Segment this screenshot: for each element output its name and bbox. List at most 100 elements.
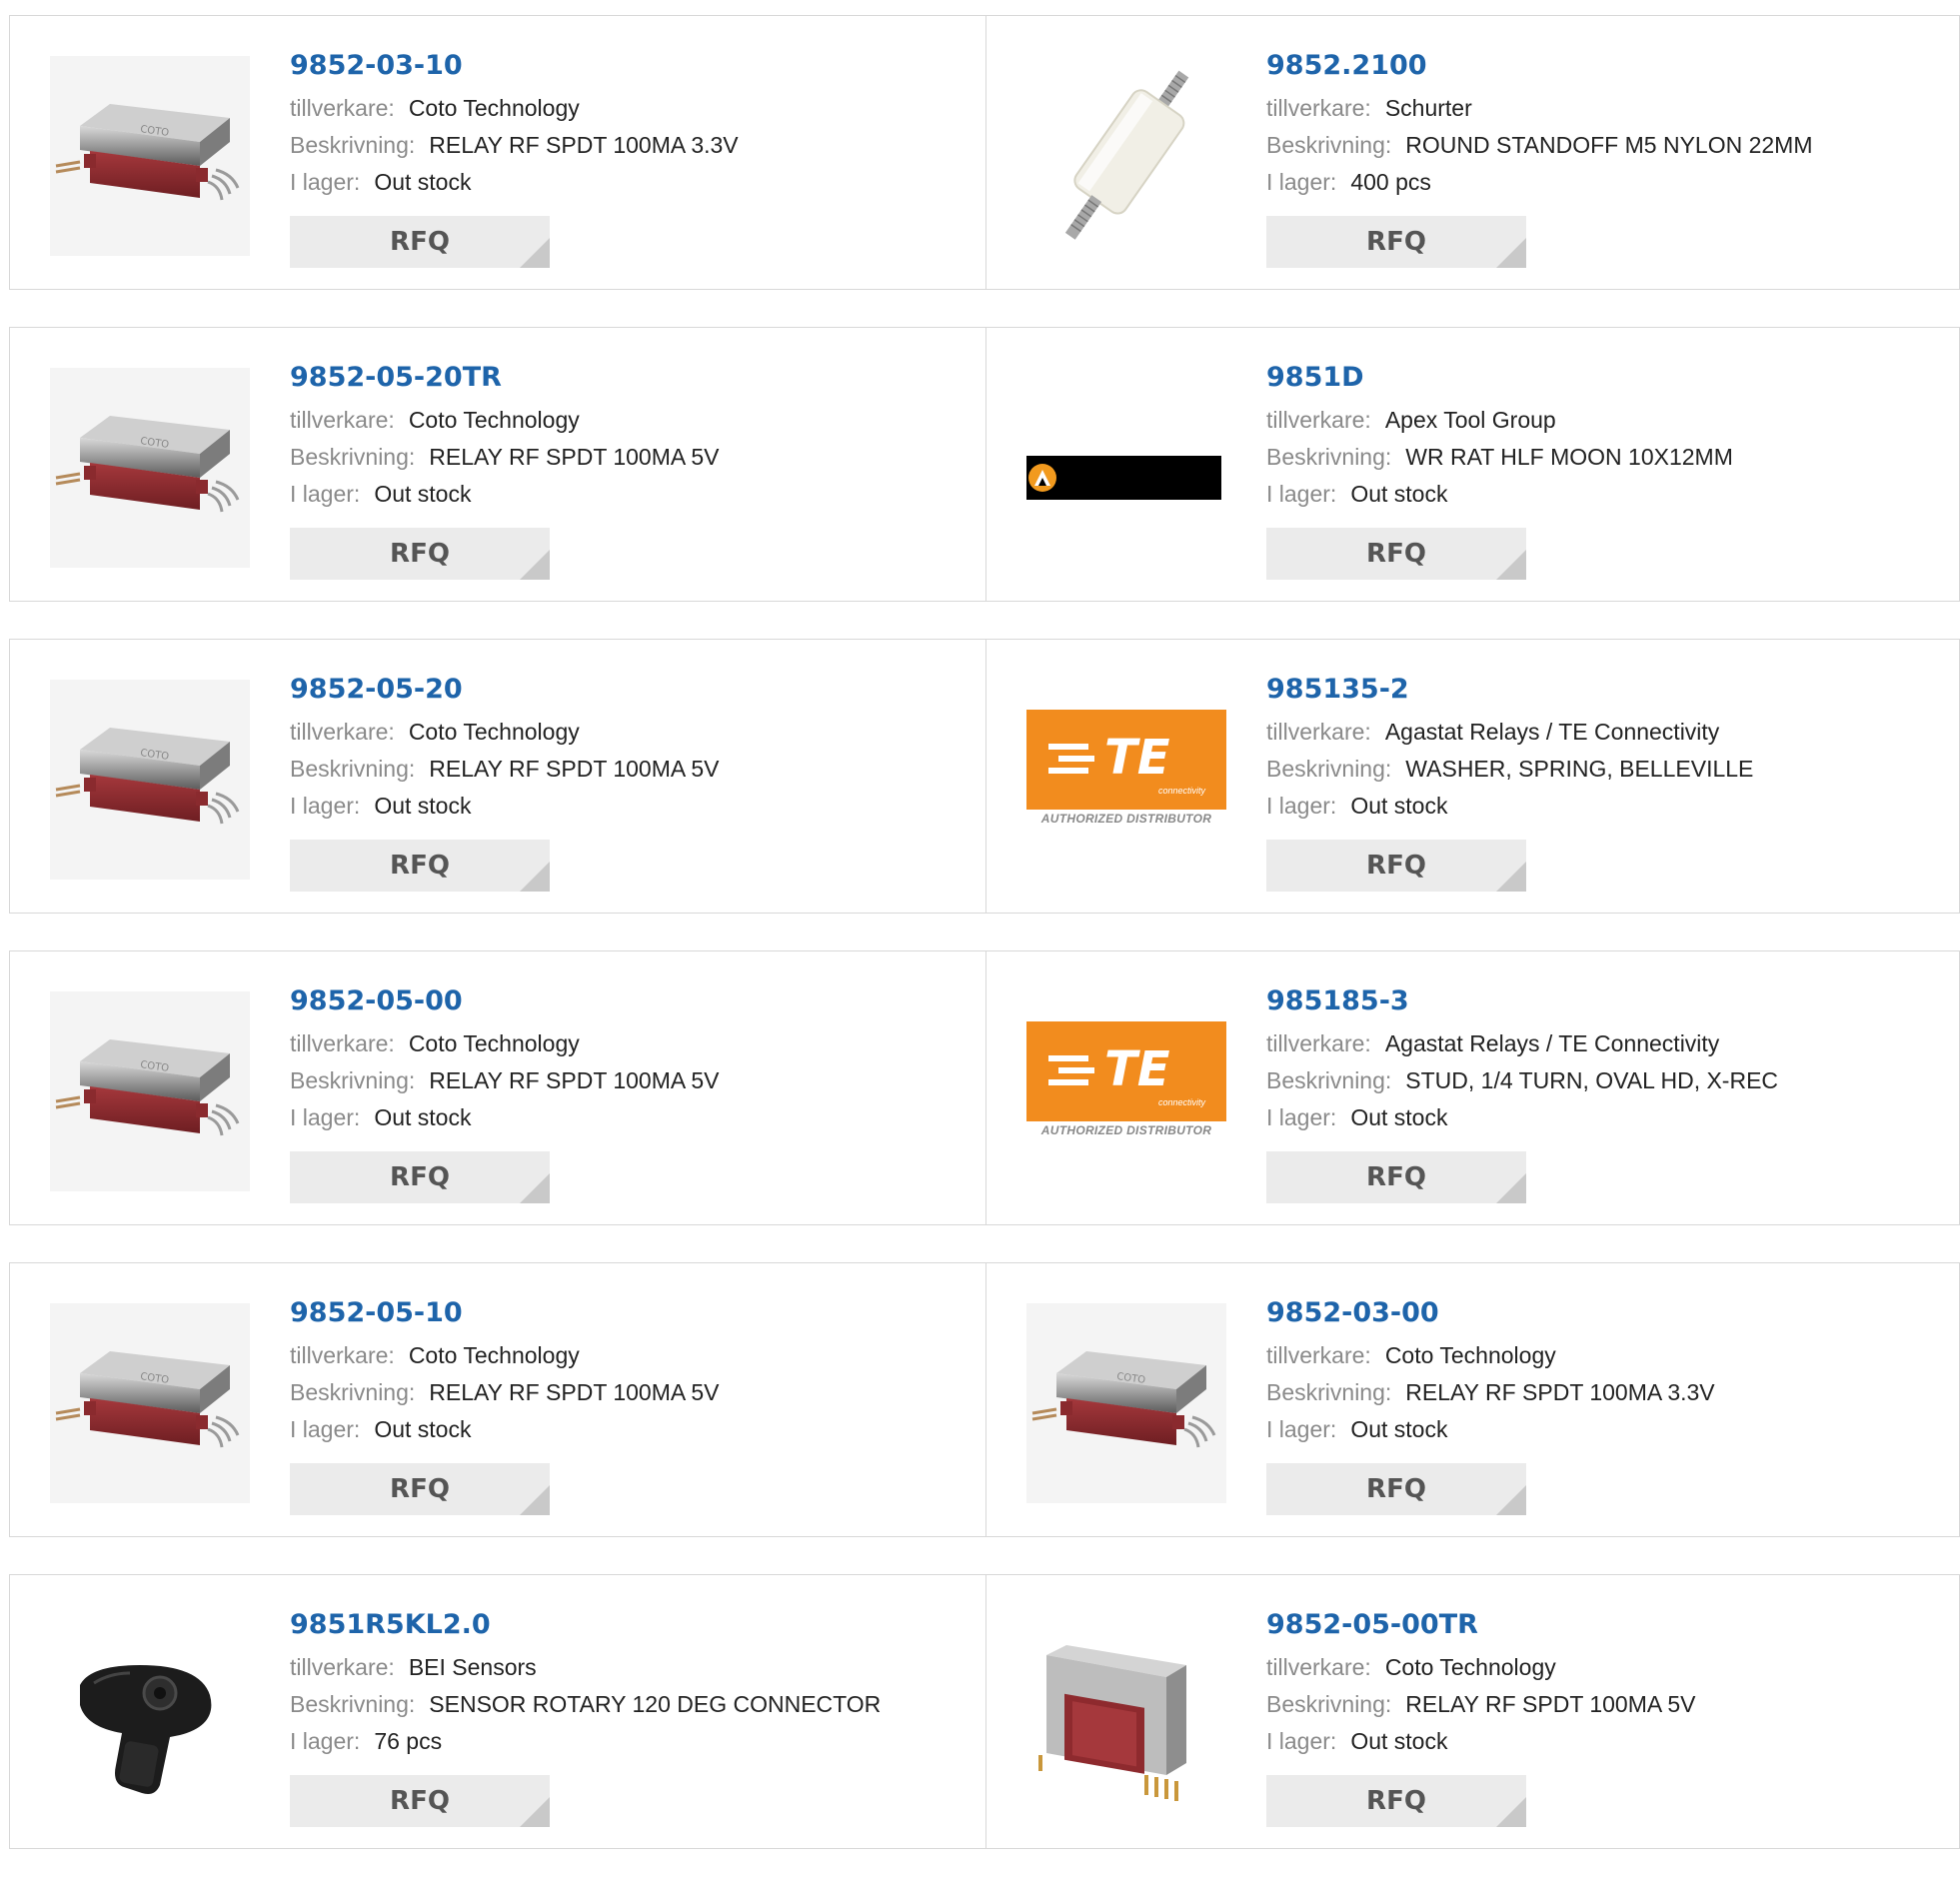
manufacturer-label: tillverkare: — [1266, 1030, 1371, 1056]
product-image-relay[interactable]: COTO — [50, 368, 250, 568]
manufacturer-label: tillverkare: — [1266, 407, 1371, 433]
authorized-distributor-caption: AUTHORIZED DISTRIBUTOR — [1040, 812, 1212, 826]
stock-label: I lager: — [1266, 169, 1337, 195]
stock-line: I lager: Out stock — [1266, 1723, 1939, 1760]
description-label: Beskrivning: — [290, 132, 416, 158]
stock-label: I lager: — [1266, 793, 1337, 819]
rfq-button[interactable]: RFQ — [290, 528, 550, 580]
product-image-apex-logo[interactable] — [1026, 368, 1226, 568]
description-label: Beskrivning: — [290, 1067, 416, 1093]
product-info: 9852-03-10 tillverkare: Coto Technology B… — [290, 46, 966, 201]
manufacturer-label: tillverkare: — [290, 95, 395, 121]
description-line: Beskrivning: SENSOR ROTARY 120 DEG CONNEC… — [290, 1686, 966, 1723]
manufacturer-label: tillverkare: — [1266, 1342, 1371, 1368]
stock-label: I lager: — [1266, 1104, 1337, 1130]
stock-line: I lager: Out stock — [1266, 788, 1939, 825]
product-image-sensor[interactable] — [50, 1615, 250, 1815]
stock-line: I lager: 76 pcs — [290, 1723, 966, 1760]
product-row: COTO 9852-03-10 tillverkare: Coto Technol… — [9, 15, 1960, 290]
product-image-te-logo[interactable]: TE connectivity AUTHORIZED DISTRIBUTOR — [1026, 680, 1226, 880]
description-value: RELAY RF SPDT 100MA 5V — [429, 1379, 720, 1405]
stock-value: Out stock — [374, 1416, 472, 1442]
stock-value: 76 pcs — [374, 1728, 443, 1754]
te-connectivity-logo-icon: TE connectivity — [1026, 1021, 1226, 1121]
description-line: Beskrivning: RELAY RF SPDT 100MA 5V — [1266, 1686, 1939, 1723]
manufacturer-line: tillverkare: Coto Technology — [290, 402, 966, 439]
rfq-button[interactable]: RFQ — [1266, 216, 1526, 268]
rfq-button[interactable]: RFQ — [290, 1463, 550, 1515]
product-image-relay[interactable]: COTO — [50, 680, 250, 880]
stock-label: I lager: — [290, 1416, 361, 1442]
part-number-link[interactable]: 9852.2100 — [1266, 46, 1939, 86]
apex-logo-icon — [1026, 456, 1221, 500]
stock-line: I lager: 400 pcs — [1266, 164, 1939, 201]
stock-line: I lager: Out stock — [290, 164, 966, 201]
description-label: Beskrivning: — [1266, 1379, 1392, 1405]
part-number-link[interactable]: 9852-05-00TR — [1266, 1605, 1939, 1645]
svg-text:connectivity: connectivity — [1158, 786, 1206, 796]
description-label: Beskrivning: — [1266, 756, 1392, 782]
product-info: 9852-05-20TR tillverkare: Coto Technology… — [290, 358, 966, 513]
part-number-link[interactable]: 9852-05-20TR — [290, 358, 966, 398]
rfq-button[interactable]: RFQ — [290, 1151, 550, 1203]
manufacturer-value: Coto Technology — [408, 1342, 580, 1368]
part-number-link[interactable]: 9852-03-10 — [290, 46, 966, 86]
rfq-button[interactable]: RFQ — [290, 216, 550, 268]
manufacturer-label: tillverkare: — [1266, 1654, 1371, 1680]
product-row: COTO 9852-05-20TR tillverkare: Coto Techn… — [9, 327, 1960, 602]
description-label: Beskrivning: — [290, 756, 416, 782]
rfq-button[interactable]: RFQ — [1266, 528, 1526, 580]
product-card: COTO 9852-03-10 tillverkare: Coto Technol… — [9, 15, 986, 290]
product-image-relay[interactable]: COTO — [50, 56, 250, 256]
rfq-button[interactable]: RFQ — [1266, 1775, 1526, 1827]
description-line: Beskrivning: RELAY RF SPDT 100MA 5V — [290, 1062, 966, 1099]
product-card: COTO 9852-05-20TR tillverkare: Coto Techn… — [9, 327, 986, 602]
product-info: 985185-3 tillverkare: Agastat Relays / TE… — [1266, 981, 1939, 1136]
description-label: Beskrivning: — [1266, 1067, 1392, 1093]
rfq-button[interactable]: RFQ — [1266, 840, 1526, 892]
manufacturer-line: tillverkare: BEI Sensors — [290, 1649, 966, 1686]
manufacturer-line: tillverkare: Coto Technology — [1266, 1337, 1939, 1374]
part-number-link[interactable]: 9852-05-10 — [290, 1293, 966, 1333]
stock-line: I lager: Out stock — [1266, 1411, 1939, 1448]
manufacturer-value: Agastat Relays / TE Connectivity — [1384, 719, 1720, 745]
stock-line: I lager: Out stock — [1266, 476, 1939, 513]
stock-label: I lager: — [290, 793, 361, 819]
part-number-link[interactable]: 9851R5KL2.0 — [290, 1605, 966, 1645]
manufacturer-label: tillverkare: — [290, 1654, 395, 1680]
product-card: COTO 9852-03-00 tillverkare: Coto Technol… — [986, 1262, 1960, 1537]
manufacturer-label: tillverkare: — [290, 1342, 395, 1368]
stock-value: Out stock — [1350, 481, 1448, 507]
description-label: Beskrivning: — [1266, 444, 1392, 470]
product-info: 9852-05-00 tillverkare: Coto Technology B… — [290, 981, 966, 1136]
manufacturer-line: tillverkare: Schurter — [1266, 90, 1939, 127]
part-number-link[interactable]: 9852-05-20 — [290, 670, 966, 710]
rfq-button[interactable]: RFQ — [1266, 1151, 1526, 1203]
part-number-link[interactable]: 985185-3 — [1266, 981, 1939, 1021]
description-value: STUD, 1/4 TURN, OVAL HD, X-REC — [1405, 1067, 1779, 1093]
manufacturer-value: Apex Tool Group — [1384, 407, 1556, 433]
part-number-link[interactable]: 9851D — [1266, 358, 1939, 398]
part-number-link[interactable]: 9852-03-00 — [1266, 1293, 1939, 1333]
product-image-relay[interactable]: COTO — [50, 991, 250, 1191]
product-image-relay[interactable]: COTO — [1026, 1303, 1226, 1503]
stock-value: Out stock — [1350, 1416, 1448, 1442]
rfq-button[interactable]: RFQ — [1266, 1463, 1526, 1515]
stock-line: I lager: Out stock — [290, 788, 966, 825]
description-label: Beskrivning: — [290, 1379, 416, 1405]
manufacturer-line: tillverkare: Coto Technology — [290, 90, 966, 127]
description-line: Beskrivning: RELAY RF SPDT 100MA 3.3V — [290, 127, 966, 164]
product-image-relay[interactable]: COTO — [50, 1303, 250, 1503]
svg-text:TE: TE — [1104, 1041, 1170, 1097]
part-number-link[interactable]: 9852-05-00 — [290, 981, 966, 1021]
rfq-button[interactable]: RFQ — [290, 840, 550, 892]
product-image-relay[interactable] — [1026, 1615, 1226, 1815]
product-card: COTO 9852-05-20 tillverkare: Coto Technol… — [9, 639, 986, 914]
product-image-te-logo[interactable]: TE connectivity AUTHORIZED DISTRIBUTOR — [1026, 991, 1226, 1191]
product-info: 9851D tillverkare: Apex Tool Group Beskri… — [1266, 358, 1939, 513]
part-number-link[interactable]: 985135-2 — [1266, 670, 1939, 710]
product-info: 9852-05-20 tillverkare: Coto Technology B… — [290, 670, 966, 825]
product-image-standoff[interactable] — [1026, 56, 1226, 256]
rfq-button[interactable]: RFQ — [290, 1775, 550, 1827]
product-info: 9851R5KL2.0 tillverkare: BEI Sensors Besk… — [290, 1605, 966, 1760]
